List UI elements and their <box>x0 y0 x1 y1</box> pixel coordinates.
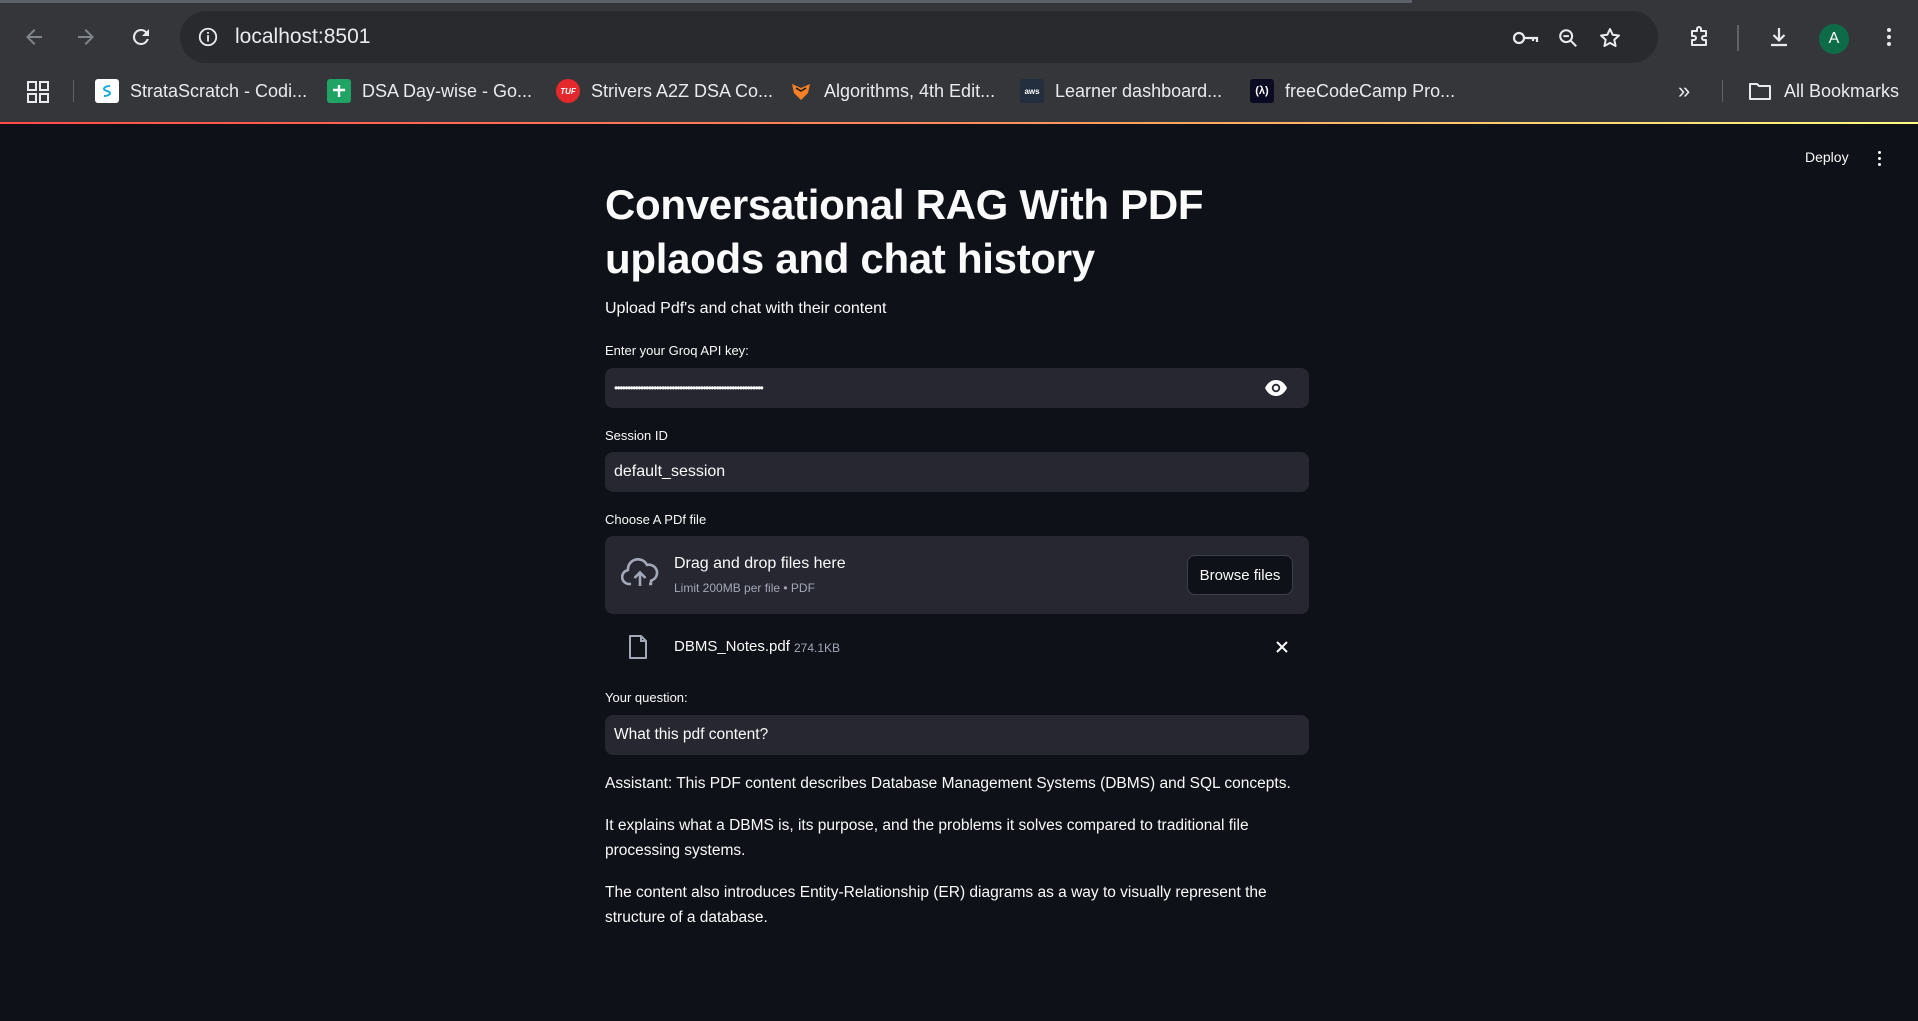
browser-chrome: localhost:8501 A StrataScratch - Codi...… <box>0 0 1918 124</box>
all-bookmarks-label: All Bookmarks <box>1784 80 1900 101</box>
key-icon[interactable] <box>1512 24 1540 52</box>
dropzone-limit: Limit 200MB per file • PDF <box>674 581 815 595</box>
extensions-button[interactable] <box>1683 21 1715 53</box>
aws-icon: aws <box>1020 79 1044 103</box>
reload-button[interactable] <box>125 21 157 53</box>
url-text[interactable]: localhost:8501 <box>235 24 370 50</box>
reload-icon <box>132 28 149 45</box>
browser-toolbar: localhost:8501 A <box>0 3 1918 69</box>
all-bookmarks-button[interactable]: All Bookmarks <box>1748 78 1899 104</box>
bookmark-label: freeCodeCamp Pro... <box>1285 80 1456 101</box>
arrow-right-icon <box>78 29 94 45</box>
stratascratch-icon <box>95 79 119 103</box>
bookmark-algorithms[interactable]: Algorithms, 4th Edit... <box>789 78 995 104</box>
bookmark-learner-dashboard[interactable]: aws Learner dashboard... <box>1020 78 1222 104</box>
api-key-label: Enter your Groq API key: <box>605 343 749 358</box>
profile-avatar[interactable]: A <box>1819 24 1849 54</box>
session-id-value[interactable]: default_session <box>614 463 725 481</box>
download-icon <box>1771 28 1787 47</box>
folder-icon <box>1749 83 1771 100</box>
show-password-icon[interactable] <box>1264 378 1288 398</box>
bookmark-label: Algorithms, 4th Edit... <box>824 80 996 101</box>
toolbar-separator <box>1737 25 1739 51</box>
back-button[interactable] <box>18 21 50 53</box>
bookmark-star-icon[interactable] <box>1596 24 1624 52</box>
cloud-upload-icon <box>621 558 659 586</box>
question-label: Your question: <box>605 690 688 705</box>
apps-grid-icon[interactable] <box>26 80 50 104</box>
google-sheets-icon <box>327 79 351 103</box>
file-dropzone[interactable]: Drag and drop files here Limit 200MB per… <box>605 536 1309 614</box>
file-uploader-label: Choose A PDf file <box>605 512 707 527</box>
bookmark-label: Strivers A2Z DSA Co... <box>591 80 774 101</box>
downloads-button[interactable] <box>1763 21 1795 53</box>
more-bookmarks-button[interactable]: » <box>1678 79 1702 103</box>
bookmarks-separator <box>1722 80 1723 102</box>
address-bar[interactable]: localhost:8501 <box>180 11 1658 63</box>
page-subtitle: Upload Pdf's and chat with their content <box>605 300 887 317</box>
uploaded-file-row: DBMS_Notes.pdf 274.1KB <box>605 629 1309 665</box>
app-menu-icon[interactable] <box>1877 151 1883 167</box>
arrow-left-icon <box>26 29 42 45</box>
question-input[interactable]: What this pdf content? <box>605 715 1309 755</box>
bookmark-label: DSA Day-wise - Go... <box>362 80 533 101</box>
puzzle-icon <box>1691 26 1707 46</box>
bookmark-label: StrataScratch - Codi... <box>130 80 308 101</box>
api-key-input[interactable]: ••••••••••••••••••••••••••••••••••••••••… <box>605 368 1309 408</box>
freecodecamp-icon: (λ) <box>1250 79 1274 103</box>
session-id-input[interactable]: default_session <box>605 452 1309 492</box>
question-value[interactable]: What this pdf content? <box>614 726 768 744</box>
forward-button[interactable] <box>70 21 102 53</box>
bookmarks-separator <box>73 80 74 102</box>
streamlit-app: Deploy Conversational RAG With PDF uplao… <box>0 124 1918 1021</box>
assistant-answer-paragraph: It explains what a DBMS is, its purpose,… <box>605 817 1249 859</box>
uploaded-file-name: DBMS_Notes.pdf <box>674 638 790 655</box>
zoom-icon[interactable] <box>1554 24 1582 52</box>
dropzone-title: Drag and drop files here <box>674 555 846 572</box>
file-icon <box>629 635 647 659</box>
bookmark-stratascratch[interactable]: StrataScratch - Codi... <box>95 78 307 104</box>
kebab-menu-icon <box>1887 28 1891 46</box>
browse-files-button[interactable]: Browse files <box>1187 555 1293 595</box>
remove-file-icon[interactable] <box>1275 640 1289 654</box>
bookmark-strivers-a2z[interactable]: TUF Strivers A2Z DSA Co... <box>556 78 773 104</box>
assistant-answer-paragraph: The content also introduces Entity-Relat… <box>605 884 1267 926</box>
api-key-masked-value[interactable]: ••••••••••••••••••••••••••••••••••••••••… <box>614 380 764 396</box>
bookmarks-bar: StrataScratch - Codi... DSA Day-wise - G… <box>0 71 1918 111</box>
deploy-button[interactable]: Deploy <box>1805 149 1849 165</box>
site-info-icon[interactable] <box>194 23 222 51</box>
uploaded-file-size: 274.1KB <box>794 641 841 655</box>
assistant-answer-line: Assistant: This PDF content describes Da… <box>605 775 1291 792</box>
princeton-icon <box>789 79 813 103</box>
page-title: Conversational RAG With PDF uplaods and … <box>605 181 1204 282</box>
bookmark-label: Learner dashboard... <box>1055 80 1223 101</box>
bookmark-freecodecamp[interactable]: (λ) freeCodeCamp Pro... <box>1250 78 1455 104</box>
session-id-label: Session ID <box>605 428 668 443</box>
tuf-icon: TUF <box>556 79 580 103</box>
bookmark-dsa-day-wise[interactable]: DSA Day-wise - Go... <box>327 78 532 104</box>
browser-menu-button[interactable] <box>1873 21 1905 53</box>
